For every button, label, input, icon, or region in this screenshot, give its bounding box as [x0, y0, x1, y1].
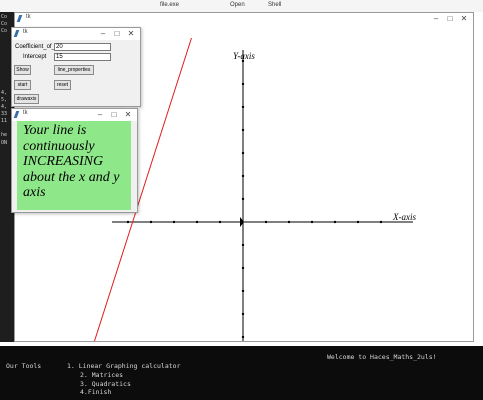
x-axis-tick [310, 220, 314, 224]
intercept-label: Intercept [23, 54, 47, 60]
x-axis-tick [149, 220, 153, 224]
tk-feather-icon [13, 30, 20, 37]
coefficient-input[interactable]: 20 [54, 43, 111, 51]
minimize-icon[interactable]: – [93, 109, 107, 121]
maximize-icon[interactable]: □ [110, 28, 124, 40]
console-welcome: Welcome to Haces_Maths_2uls! [327, 353, 437, 361]
y-axis-tick [241, 197, 245, 201]
coefficient-label: Coefficient_of_x [15, 44, 58, 50]
graph-window-titlebar[interactable]: tk – □ ✕ [15, 13, 473, 25]
tk-feather-icon [13, 111, 20, 118]
y-axis-tick [241, 174, 245, 178]
result-message-box: Your line is continuously INCREASING abo… [17, 121, 131, 210]
window-title: tk [26, 14, 31, 20]
strip-item[interactable]: file.exe [160, 1, 179, 10]
console-line: 5, [1, 97, 8, 103]
y-axis-tick [241, 82, 245, 86]
console-tools-label: Our Tools [6, 362, 42, 370]
window-title: tk [23, 110, 28, 116]
x-axis-tick [379, 220, 383, 224]
intercept-input[interactable]: 15 [54, 53, 111, 61]
console-line: 4, [1, 104, 8, 110]
console-line: 33 [1, 111, 8, 117]
y-axis-tick [241, 105, 245, 109]
start-button[interactable]: start [14, 80, 31, 90]
y-axis-tick [241, 312, 245, 316]
console-line: 4, [1, 90, 8, 96]
console-window: Welcome to Haces_Maths_2uls! Our Tools 1… [0, 346, 483, 400]
reset-button[interactable]: reset [54, 80, 71, 90]
x-axis-tick [356, 220, 360, 224]
control-window-titlebar[interactable]: tk – □ ✕ [12, 28, 140, 40]
x-axis-tick [195, 220, 199, 224]
console-line: Co [1, 21, 8, 27]
console-line: Co [1, 14, 8, 20]
y-axis-tick [241, 289, 245, 293]
window-title: tk [23, 29, 28, 35]
console-menu-item: 2. Matrices [80, 371, 124, 379]
x-axis-tick [287, 220, 291, 224]
close-icon[interactable]: ✕ [124, 28, 138, 40]
console-menu-item: 3. Quadratics [80, 380, 131, 388]
minimize-icon[interactable]: – [429, 13, 443, 25]
strip-item[interactable]: Shell [268, 1, 281, 10]
strip-item[interactable]: Open [230, 1, 245, 10]
console-line: he [1, 132, 8, 138]
result-window-titlebar[interactable]: tk – □ ✕ [12, 109, 137, 121]
console-menu-item: 1. Linear Graphing calculator [67, 362, 181, 370]
background-taskbar: file.exe Open Shell [0, 0, 483, 12]
result-window: tk – □ ✕ Your line is continuously INCRE… [11, 108, 138, 213]
console-line: ON [1, 140, 8, 146]
console-menu-item: 4.Finish [80, 388, 112, 396]
y-axis-tick [241, 335, 245, 339]
control-window: tk – □ ✕ Coefficient_of_x 20 Intercept 1… [11, 27, 141, 107]
console-line: 11 [1, 118, 8, 124]
x-axis-tick [126, 220, 130, 224]
y-axis-tick [241, 151, 245, 155]
y-axis-tick [241, 128, 245, 132]
y-axis-tick [241, 266, 245, 270]
minimize-icon[interactable]: – [96, 28, 110, 40]
drawaxis-button[interactable]: drawaxis [14, 94, 39, 104]
console-line: Co [1, 28, 8, 34]
maximize-icon[interactable]: □ [107, 109, 121, 121]
tk-feather-icon [16, 15, 23, 22]
x-axis-tick [172, 220, 176, 224]
x-axis-tick [218, 220, 222, 224]
y-axis-label: Y-axis [233, 51, 255, 61]
x-axis-label: X-axis [392, 212, 416, 222]
close-icon[interactable]: ✕ [457, 13, 471, 25]
x-axis-tick [333, 220, 337, 224]
maximize-icon[interactable]: □ [443, 13, 457, 25]
close-icon[interactable]: ✕ [121, 109, 135, 121]
line-properties-button[interactable]: line_properties [54, 65, 94, 75]
show-button[interactable]: Show [14, 65, 31, 75]
result-message: Your line is continuously INCREASING abo… [23, 123, 120, 200]
x-axis-tick [264, 220, 268, 224]
y-axis-tick [241, 243, 245, 247]
